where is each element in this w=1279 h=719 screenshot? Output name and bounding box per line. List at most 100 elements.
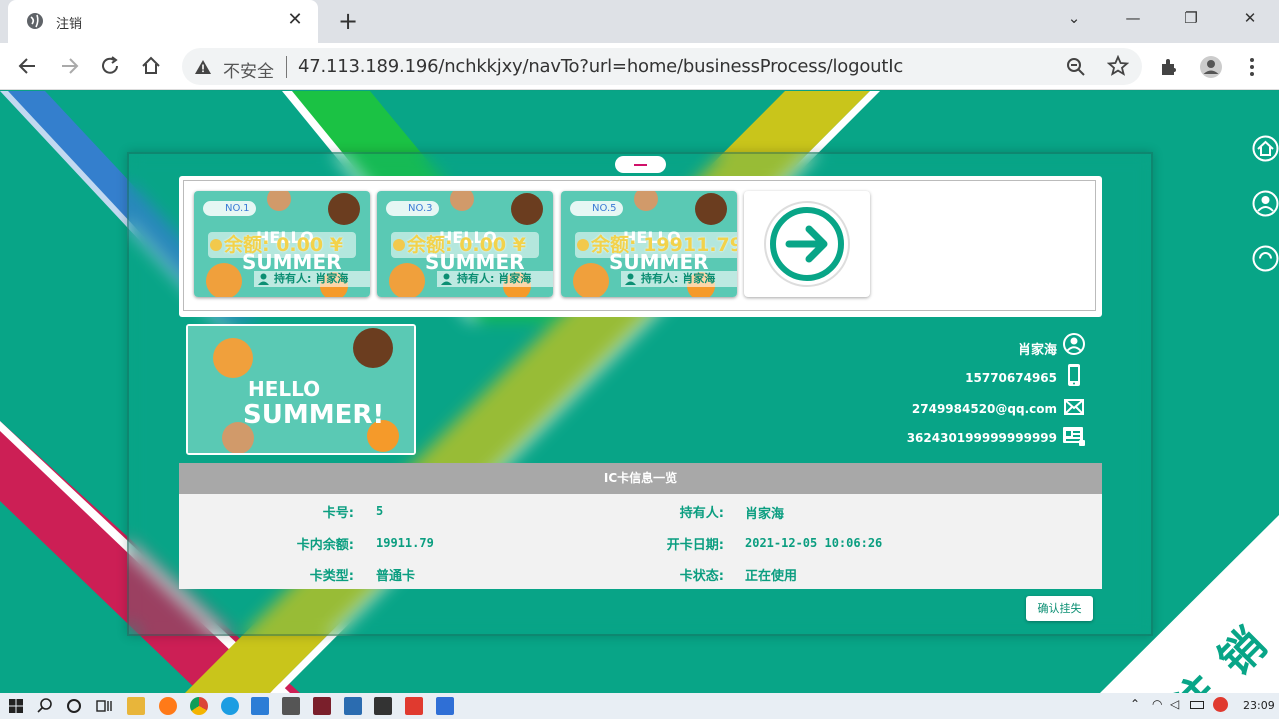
card-balance: 余额: 19911.79 ¥ — [575, 232, 737, 258]
chrome-icon[interactable] — [190, 697, 208, 715]
zoom-icon[interactable] — [1066, 57, 1086, 77]
app-icon[interactable] — [374, 697, 392, 715]
status-label: 卡状态: — [679, 569, 724, 584]
card-number-badge: NO.1 — [203, 201, 256, 216]
browser-tab[interactable]: 注销 ✕ — [8, 0, 318, 43]
coin-icon — [577, 239, 589, 251]
holder-value: 肖家海 — [745, 507, 785, 522]
browser-toolbar: 不安全 47.113.189.196/nchkkjxy/navTo?url=ho… — [0, 43, 1279, 90]
svg-text:SUMMER!: SUMMER! — [243, 400, 384, 430]
id-card-icon — [1063, 427, 1085, 446]
clock[interactable]: 23:09 — [1243, 699, 1275, 712]
globe-icon — [27, 13, 43, 29]
tray-chevron-icon[interactable]: ⌃ — [1130, 697, 1140, 711]
next-page-button[interactable] — [744, 191, 870, 297]
collapse-toggle[interactable] — [615, 156, 666, 173]
file-explorer-icon[interactable] — [127, 697, 145, 715]
card-no-value: 5 — [376, 504, 384, 518]
page-content: HELLOSUMMER NO.1 余额: 0.00 ¥ 持有人: 肖家海 HEL… — [0, 91, 1279, 693]
type-value: 普通卡 — [376, 569, 416, 584]
forward-icon[interactable] — [56, 53, 82, 79]
user-avatar-image: HELLO SUMMER! — [186, 324, 416, 455]
type-label: 卡类型: — [309, 569, 354, 584]
windows-start-icon[interactable] — [7, 697, 25, 715]
card-number-badge: NO.3 — [386, 201, 439, 216]
bookmark-star-icon[interactable] — [1107, 55, 1129, 77]
status-value: 正在使用 — [745, 569, 798, 584]
home-icon[interactable] — [138, 53, 164, 79]
battery-icon[interactable] — [1190, 701, 1204, 709]
refresh-side-icon[interactable] — [1252, 245, 1279, 272]
holder-label: 持有人: — [679, 506, 724, 521]
home-side-icon[interactable] — [1252, 135, 1279, 162]
app-icon[interactable] — [344, 697, 362, 715]
card-holder: 持有人: 肖家海 — [621, 271, 737, 287]
close-window-button[interactable]: ✕ — [1221, 0, 1279, 36]
user-email: 2749984520@qq.com — [911, 402, 1057, 416]
arrow-right-circle-icon — [764, 201, 850, 287]
wifi-icon[interactable]: ◠ — [1152, 697, 1162, 711]
search-icon[interactable] — [36, 697, 54, 715]
minimize-button[interactable]: — — [1104, 0, 1162, 36]
user-icon — [625, 273, 636, 285]
card-holder: 持有人: 肖家海 — [437, 271, 553, 287]
ic-card-5[interactable]: HELLOSUMMER NO.5 余额: 19911.79 ¥ 持有人: 肖家海 — [561, 191, 737, 297]
address-bar[interactable]: 不安全 47.113.189.196/nchkkjxy/navTo?url=ho… — [182, 48, 1142, 85]
user-side-icon[interactable] — [1252, 190, 1279, 217]
url-text[interactable]: 47.113.189.196/nchkkjxy/navTo?url=home/b… — [298, 56, 903, 77]
svg-text:HELLO: HELLO — [248, 377, 320, 401]
user-icon — [441, 273, 452, 285]
ic-card-info-table: IC卡信息一览 卡号: 5 持有人: 肖家海 卡内余额: 19911.79 开卡… — [179, 463, 1102, 589]
insecure-label: 不安全 — [223, 62, 274, 82]
card-balance: 余额: 0.00 ¥ — [391, 232, 539, 258]
tab-title: 注销 — [56, 17, 83, 32]
logout-corner: 注销 — [1100, 515, 1279, 693]
profile-icon[interactable] — [1199, 55, 1223, 79]
cortana-icon[interactable] — [65, 697, 83, 715]
extensions-icon[interactable] — [1158, 55, 1182, 79]
user-name: 肖家海 — [1017, 343, 1057, 358]
card-number-badge: NO.5 — [570, 201, 623, 216]
warning-icon — [195, 60, 211, 74]
vscode-icon[interactable] — [251, 697, 269, 715]
minus-icon — [634, 164, 647, 166]
app-icon[interactable] — [282, 697, 300, 715]
coin-icon — [210, 239, 222, 251]
tab-search-icon[interactable]: ⌄ — [1045, 0, 1103, 36]
firefox-icon[interactable] — [159, 697, 177, 715]
card-holder: 持有人: 肖家海 — [254, 271, 370, 287]
user-circle-icon — [1063, 333, 1085, 355]
app-icon[interactable] — [436, 697, 454, 715]
mail-icon — [1064, 399, 1084, 415]
ic-card-1[interactable]: HELLOSUMMER NO.1 余额: 0.00 ¥ 持有人: 肖家海 — [194, 191, 370, 297]
maximize-button[interactable]: ❐ — [1162, 0, 1220, 36]
coin-icon — [393, 239, 405, 251]
task-view-icon[interactable] — [95, 697, 113, 715]
user-phone: 15770674965 — [965, 371, 1057, 385]
menu-icon[interactable] — [1240, 55, 1264, 79]
new-tab-button[interactable]: + — [334, 6, 362, 36]
app-icon[interactable] — [313, 697, 331, 715]
confirm-report-loss-button[interactable]: 确认挂失 — [1026, 596, 1093, 621]
card-balance: 余额: 0.00 ¥ — [208, 232, 356, 258]
browser-tab-strip: 注销 ✕ + ⌄ — ❐ ✕ — [0, 0, 1279, 43]
user-id-number: 362430199999999999 — [906, 431, 1057, 445]
edge-icon[interactable] — [221, 697, 239, 715]
balance-label: 卡内余额: — [296, 538, 354, 553]
balance-value: 19911.79 — [376, 536, 434, 550]
tab-close-icon[interactable]: ✕ — [284, 8, 306, 32]
card-no-label: 卡号: — [322, 506, 354, 521]
table-title: IC卡信息一览 — [179, 463, 1102, 494]
summer-banner-art: HELLOSUMMER! — [188, 326, 414, 453]
divider — [286, 56, 287, 78]
wps-icon[interactable] — [405, 697, 423, 715]
reload-icon[interactable] — [97, 53, 123, 79]
taskbar: ⌃ ◠ ◁ 23:09 — [0, 693, 1279, 719]
ic-card-3[interactable]: HELLOSUMMER NO.3 余额: 0.00 ¥ 持有人: 肖家海 — [377, 191, 553, 297]
open-date-label: 开卡日期: — [666, 538, 724, 553]
open-date-value: 2021-12-05 10:06:26 — [745, 536, 883, 550]
back-icon[interactable] — [15, 53, 41, 79]
phone-icon — [1068, 364, 1080, 386]
volume-icon[interactable]: ◁ — [1170, 697, 1179, 711]
ime-icon[interactable] — [1213, 697, 1228, 712]
